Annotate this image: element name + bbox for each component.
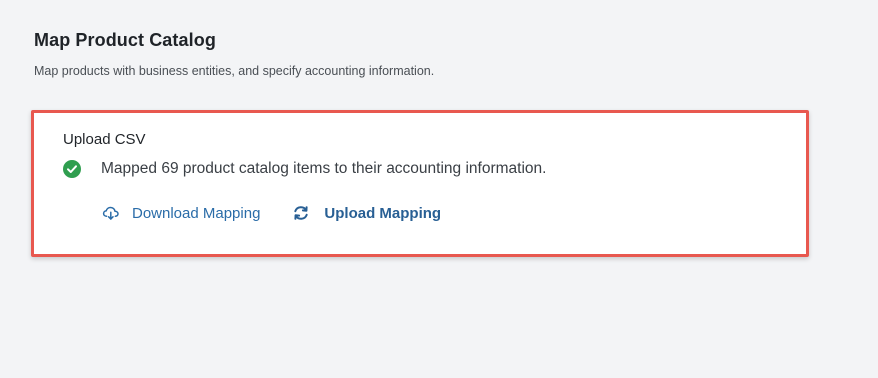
upload-csv-card-content: Upload CSV Mapped 69 product catalog ite… <box>34 113 806 254</box>
actions-row: Download Mapping Upload Mapping <box>102 204 441 222</box>
download-mapping-label: Download Mapping <box>132 204 261 222</box>
cloud-download-icon <box>102 204 120 222</box>
page-subtitle: Map products with business entities, and… <box>34 64 435 78</box>
status-message: Mapped 69 product catalog items to their… <box>101 160 547 177</box>
page-title: Map Product Catalog <box>34 30 216 50</box>
download-mapping-button[interactable]: Download Mapping <box>102 204 260 222</box>
upload-mapping-button[interactable]: Upload Mapping <box>292 204 441 222</box>
upload-csv-card: Upload CSV Mapped 69 product catalog ite… <box>31 110 809 257</box>
upload-mapping-label: Upload Mapping <box>324 204 442 222</box>
page: Map Product Catalog Map products with bu… <box>0 0 878 378</box>
check-circle-icon <box>63 160 81 178</box>
refresh-icon <box>292 204 310 222</box>
section-title: Upload CSV <box>63 131 146 148</box>
status-row: Mapped 69 product catalog items to their… <box>63 160 546 178</box>
